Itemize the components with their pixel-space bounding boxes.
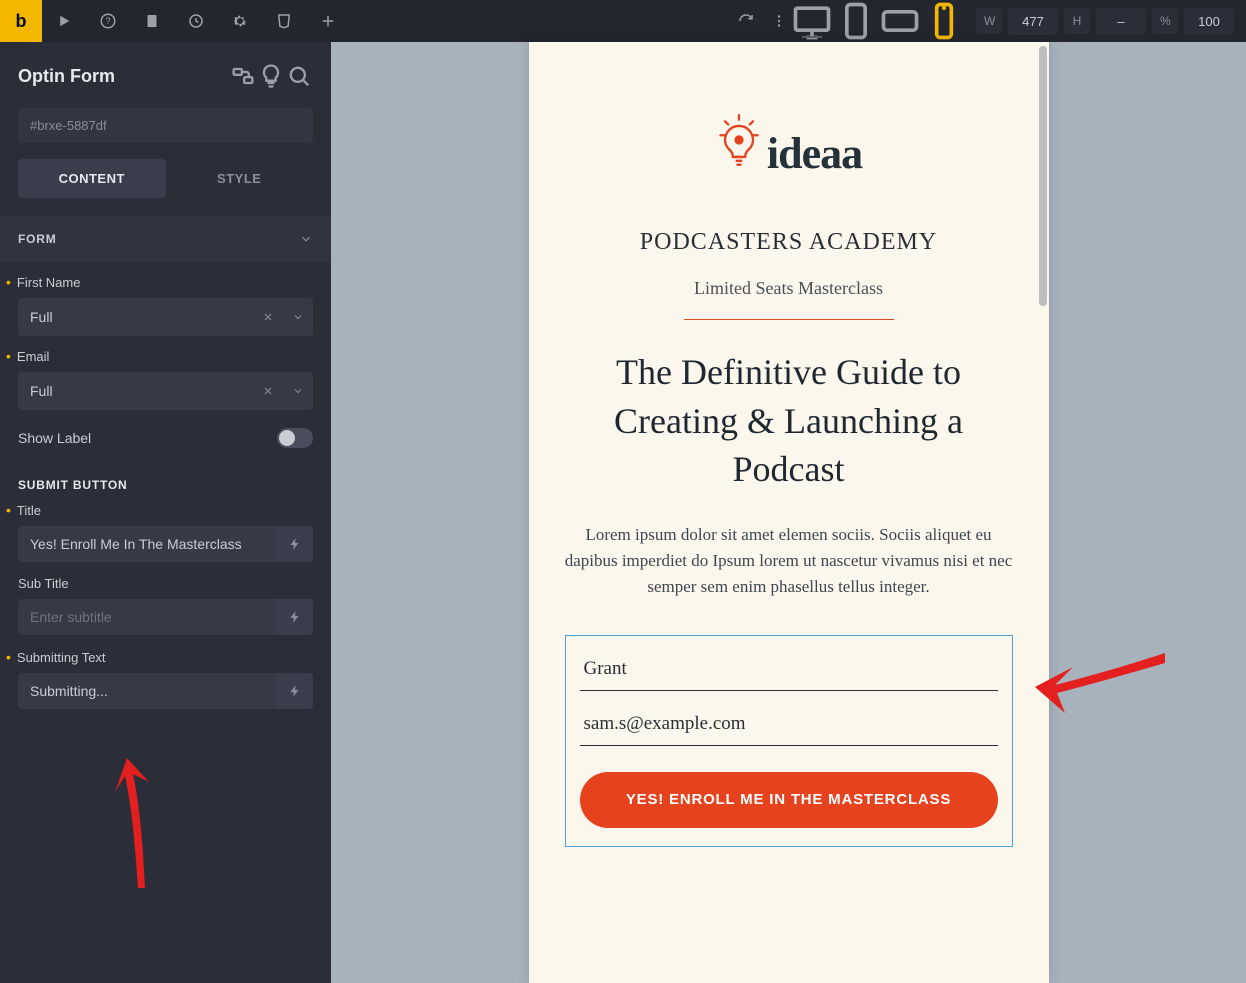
first-name-width-value: Full <box>18 309 253 325</box>
first-name-label: First Name <box>18 274 313 290</box>
top-toolbar: b ? W 477 H – % 100 <box>0 0 1246 42</box>
dimension-controls: W 477 H – % 100 <box>976 8 1234 35</box>
panel-tabs: CONTENT STYLE <box>0 159 331 198</box>
app-logo[interactable]: b <box>0 0 42 42</box>
help-icon[interactable]: ? <box>86 0 130 42</box>
logo-text: ideaa <box>767 128 862 179</box>
submit-subtitle-label: Sub Title <box>18 576 313 591</box>
optin-form[interactable]: YES! ENROLL ME IN THE MASTERCLASS <box>565 635 1013 847</box>
canvas[interactable]: ideaa PODCASTERS ACADEMY Limited Seats M… <box>331 42 1246 983</box>
scrollbar[interactable] <box>1039 46 1047 306</box>
lightbulb-icon <box>715 112 763 179</box>
viewport-switcher <box>790 0 966 42</box>
viewport-mobile[interactable] <box>922 0 966 42</box>
dynamic-data-icon[interactable] <box>277 526 313 562</box>
chevron-down-icon[interactable] <box>283 372 313 410</box>
email-input[interactable] <box>580 691 998 746</box>
zoom-value[interactable]: 100 <box>1184 8 1234 35</box>
viewport-tablet-portrait[interactable] <box>834 0 878 42</box>
email-width-select[interactable]: Full <box>18 372 313 410</box>
viewport-tablet-landscape[interactable] <box>878 0 922 42</box>
css-icon[interactable] <box>262 0 306 42</box>
section-form[interactable]: FORM <box>0 216 331 262</box>
device-frame: ideaa PODCASTERS ACADEMY Limited Seats M… <box>529 42 1049 983</box>
section-form-title: FORM <box>18 232 57 246</box>
eyebrow-text: PODCASTERS ACADEMY <box>565 229 1013 256</box>
dynamic-data-icon[interactable] <box>277 599 313 635</box>
tab-content[interactable]: CONTENT <box>18 159 166 198</box>
width-value[interactable]: 477 <box>1008 8 1058 35</box>
tab-style[interactable]: STYLE <box>166 159 314 198</box>
settings-icon[interactable] <box>218 0 262 42</box>
first-name-width-select[interactable]: Full <box>18 298 313 336</box>
zoom-label: % <box>1152 8 1178 34</box>
height-value[interactable]: – <box>1096 8 1146 35</box>
submit-button[interactable]: YES! ENROLL ME IN THE MASTERCLASS <box>580 772 998 828</box>
history-icon[interactable] <box>174 0 218 42</box>
element-settings-panel: Optin Form CONTENT STYLE FORM First Name… <box>0 42 331 983</box>
email-width-value: Full <box>18 383 253 399</box>
show-label-toggle[interactable] <box>277 428 313 448</box>
svg-text:?: ? <box>105 16 110 26</box>
width-label: W <box>976 8 1002 34</box>
sub-eyebrow-text: Limited Seats Masterclass <box>565 278 1013 299</box>
preview-play-icon[interactable] <box>42 0 86 42</box>
clear-icon[interactable] <box>253 372 283 410</box>
height-label: H <box>1064 8 1090 34</box>
pages-icon[interactable] <box>130 0 174 42</box>
headline: The Definitive Guide to Creating & Launc… <box>565 348 1013 494</box>
email-label: Email <box>18 348 313 364</box>
site-logo: ideaa <box>565 112 1013 179</box>
submit-title-label: Title <box>18 502 313 518</box>
search-icon[interactable] <box>285 62 313 90</box>
add-element-icon[interactable] <box>306 0 350 42</box>
classes-icon[interactable] <box>229 62 257 90</box>
dynamic-data-icon[interactable] <box>277 673 313 709</box>
body-text: Lorem ipsum dolor sit amet elemen sociis… <box>565 522 1013 601</box>
reload-icon[interactable] <box>724 0 768 42</box>
submit-subtitle-input[interactable] <box>18 599 277 635</box>
submit-title-input[interactable] <box>18 526 277 562</box>
submit-button-section-title: SUBMIT BUTTON <box>0 462 331 502</box>
show-label-text: Show Label <box>18 430 91 446</box>
clear-icon[interactable] <box>253 298 283 336</box>
submitting-text-input[interactable] <box>18 673 277 709</box>
more-icon[interactable] <box>768 0 790 42</box>
page-preview: ideaa PODCASTERS ACADEMY Limited Seats M… <box>529 42 1049 983</box>
css-selector-input[interactable] <box>18 108 313 143</box>
viewport-desktop[interactable] <box>790 0 834 42</box>
submitting-text-label: Submitting Text <box>18 649 313 665</box>
chevron-down-icon[interactable] <box>283 298 313 336</box>
panel-title: Optin Form <box>18 66 229 87</box>
first-name-input[interactable] <box>580 636 998 691</box>
divider <box>684 319 894 320</box>
lightbulb-icon[interactable] <box>257 62 285 90</box>
chevron-down-icon <box>299 232 313 246</box>
